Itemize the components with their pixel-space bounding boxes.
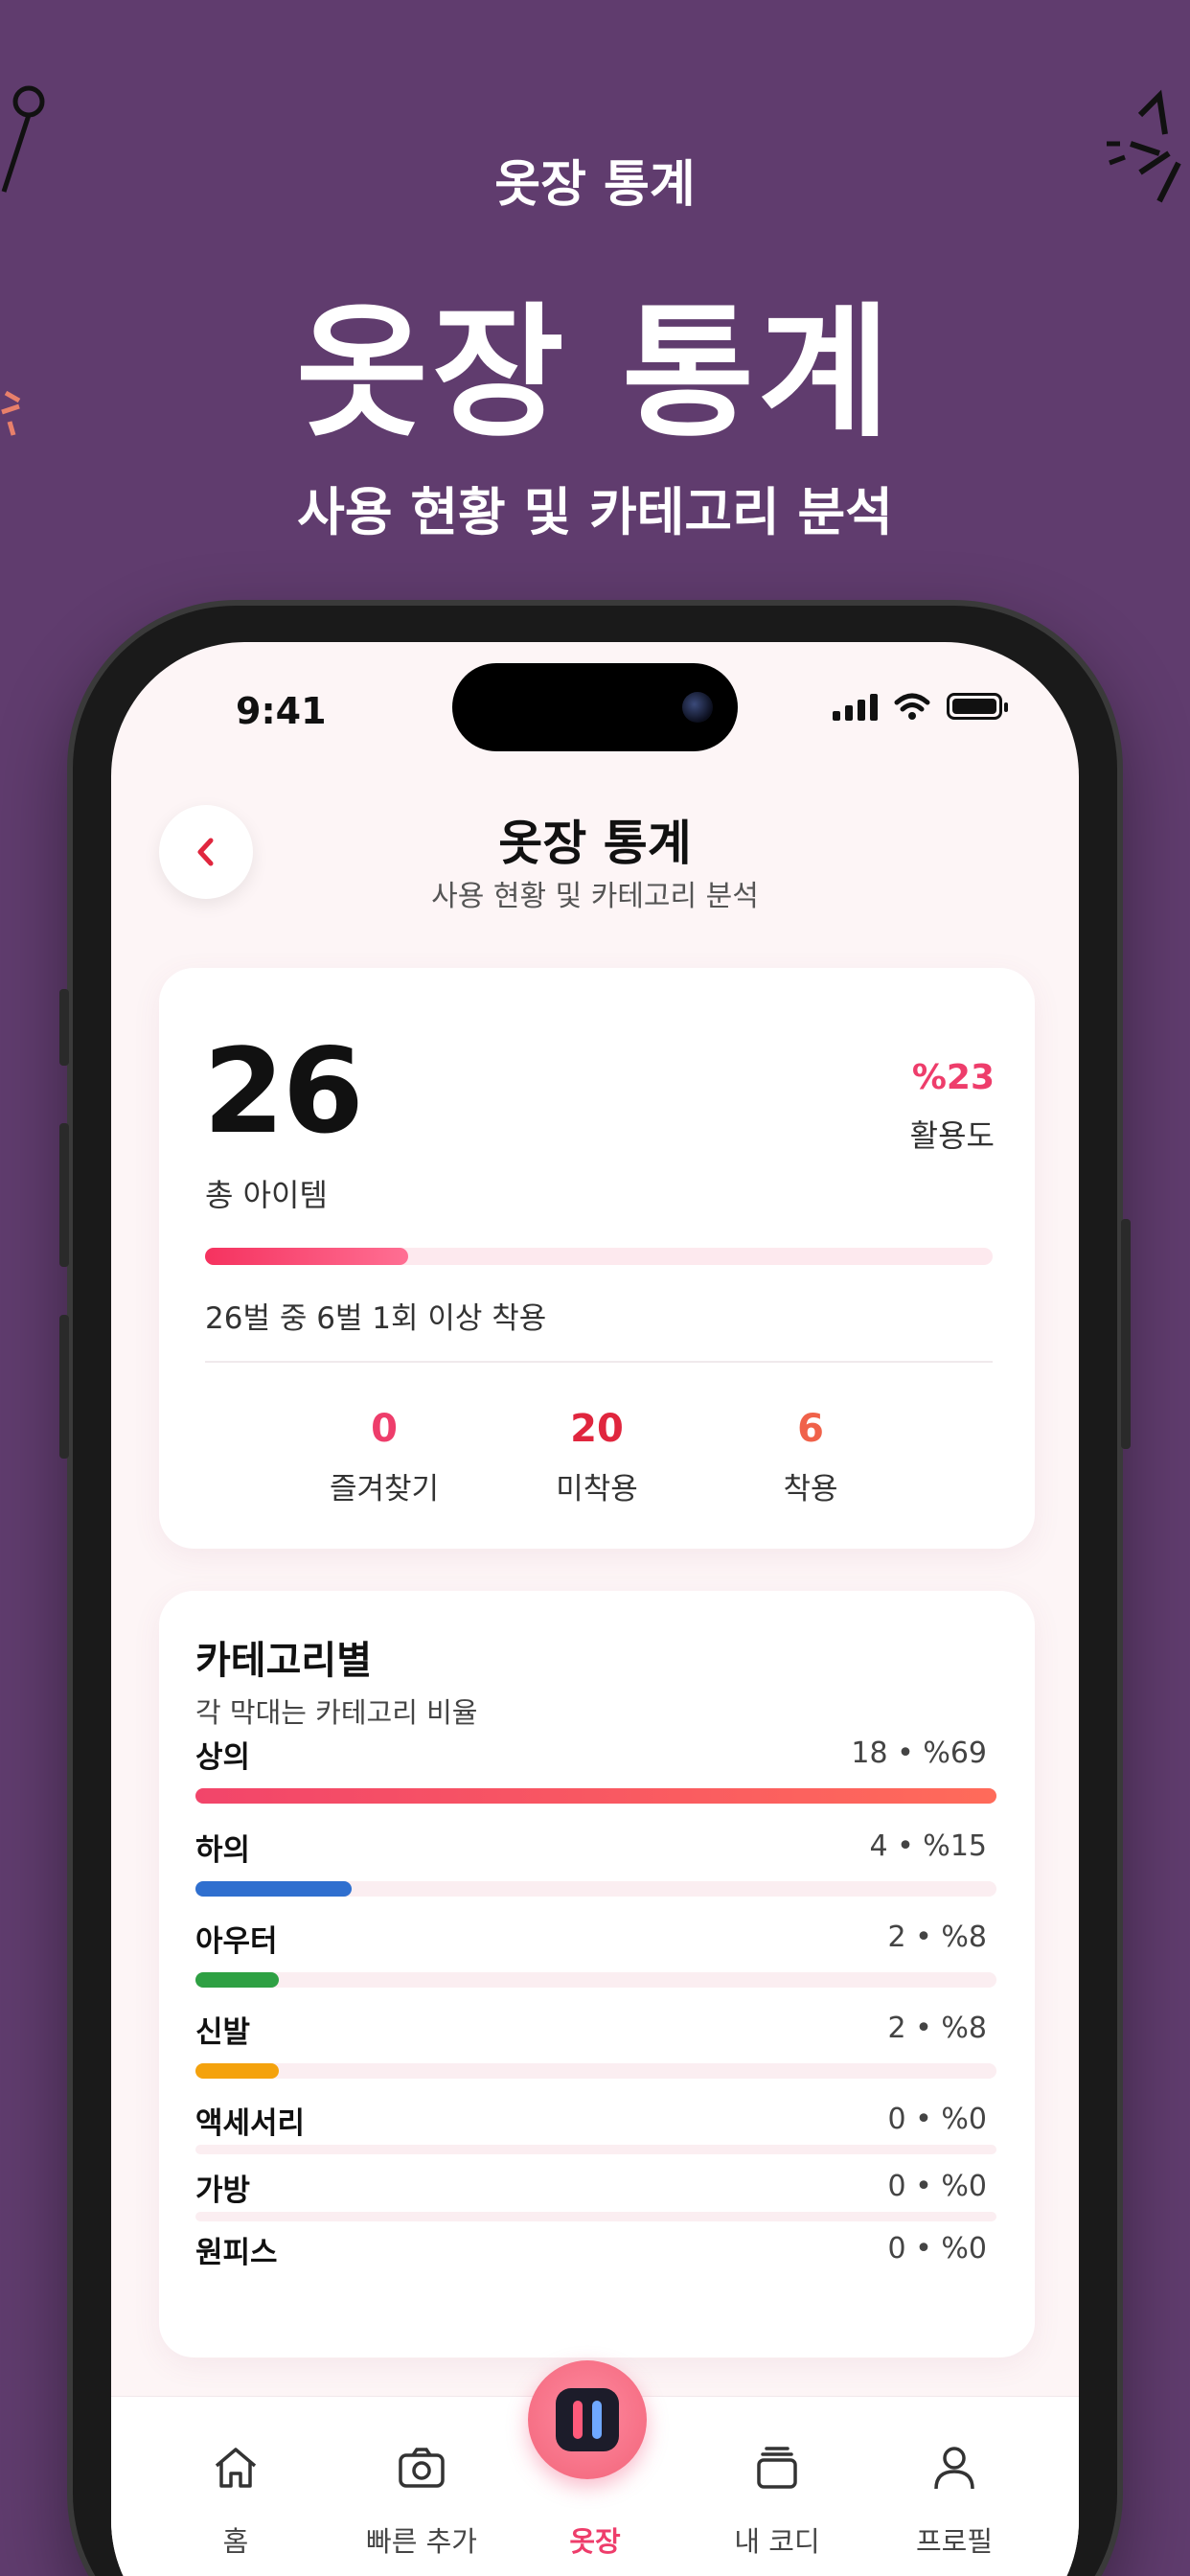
- hero-eyebrow: 옷장 통계: [494, 156, 696, 214]
- stat-value: 20: [570, 1407, 624, 1451]
- category-bar-fill: [195, 2063, 279, 2079]
- category-name: 가방: [195, 2174, 251, 2208]
- category-count: 0 • %0: [887, 2103, 987, 2136]
- stat-label: 착용: [783, 1472, 838, 1506]
- dynamic-island: [452, 663, 738, 751]
- category-count: 2 • %8: [887, 1920, 987, 1954]
- tab-my-outfits[interactable]: 내 코디: [681, 2439, 873, 2560]
- status-time: 9:41: [236, 690, 327, 732]
- person-icon: [934, 2447, 974, 2490]
- tab-label: 프로필: [915, 2525, 994, 2558]
- category-title: 카테고리별: [195, 1639, 372, 1683]
- tab-label: 옷장: [569, 2525, 621, 2558]
- total-items-count: 26: [203, 1024, 364, 1160]
- category-bar-fill: [195, 1788, 996, 1804]
- category-name: 신발: [195, 2015, 251, 2050]
- utilization-bar-fill: [205, 1248, 408, 1265]
- category-card: 카테고리별 각 막대는 카테고리 비율 상의 18 • %69 하의 4 • %15 아…: [159, 1591, 1035, 2358]
- tab-profile[interactable]: 프로필: [858, 2439, 1050, 2560]
- phone-side-button: [59, 1315, 69, 1459]
- page-title: 옷장 통계: [498, 816, 692, 871]
- tab-label: 빠른 추가: [366, 2525, 477, 2558]
- battery-icon: [947, 693, 1008, 720]
- hero-title: 옷장 통계: [295, 290, 895, 457]
- category-bar: [195, 2063, 996, 2079]
- cards-icon: [757, 2447, 797, 2489]
- category-name: 아우터: [195, 1924, 278, 1959]
- category-name: 상의: [195, 1740, 251, 1775]
- category-bar: [195, 1972, 996, 1988]
- tab-label: 홈: [222, 2525, 249, 2558]
- category-bar: [195, 1788, 996, 1804]
- stat-favorites[interactable]: 0 즐겨찾기: [269, 1407, 499, 1507]
- utilization-caption: 26벌 중 6벌 1회 이상 착용: [205, 1301, 547, 1336]
- category-subtitle: 각 막대는 카테고리 비율: [195, 1696, 478, 1729]
- utilization-label: 활용도: [909, 1117, 995, 1154]
- wardrobe-center-button[interactable]: [528, 2360, 647, 2479]
- category-bar: [195, 2212, 996, 2221]
- stat-unworn[interactable]: 20 미착용: [482, 1407, 712, 1507]
- category-bar-fill: [195, 1881, 353, 1897]
- category-count: 0 • %0: [887, 2170, 987, 2203]
- home-icon: [215, 2448, 257, 2488]
- phone-side-button: [1121, 1219, 1131, 1449]
- phone-frame: 9:41 옷장 통계 사용 현황 및 카테고리 분석 26 총 아이템 %23 …: [59, 606, 1131, 2576]
- category-name: 하의: [195, 1833, 251, 1868]
- summary-card: 26 총 아이템 %23 활용도 26벌 중 6벌 1회 이상 착용 0 즐겨찾…: [159, 968, 1035, 1549]
- wardrobe-icon: [556, 2388, 619, 2451]
- app-screen: 9:41 옷장 통계 사용 현황 및 카테고리 분석 26 총 아이템 %23 …: [111, 642, 1079, 2576]
- phone-side-button: [59, 1123, 69, 1267]
- category-name: 액세서리: [195, 2106, 306, 2141]
- stat-value: 6: [797, 1407, 824, 1451]
- category-bar: [195, 1881, 996, 1897]
- tab-quick-add[interactable]: 빠른 추가: [326, 2439, 517, 2560]
- signal-icon: [833, 692, 878, 721]
- category-bar-fill: [195, 1972, 279, 1988]
- stat-label: 미착용: [556, 1472, 638, 1506]
- category-bar: [195, 2145, 996, 2154]
- divider: [205, 1361, 993, 1363]
- page-subtitle: 사용 현황 및 카테고리 분석: [431, 880, 759, 913]
- hero-subtitle: 사용 현황 및 카테고리 분석: [297, 482, 893, 542]
- status-bar: 9:41: [111, 642, 1079, 786]
- camera-icon: [682, 692, 713, 723]
- utilization-percent: %23: [911, 1058, 995, 1097]
- tab-home[interactable]: 홈: [140, 2439, 332, 2560]
- category-count: 4 • %15: [869, 1829, 987, 1863]
- utilization-bar: [205, 1248, 993, 1265]
- category-count: 2 • %8: [887, 2012, 987, 2045]
- wifi-icon: [894, 693, 930, 720]
- category-count: 18 • %69: [851, 1736, 987, 1770]
- tab-label: 내 코디: [734, 2525, 820, 2558]
- phone-side-button: [59, 989, 69, 1066]
- camera-icon: [399, 2448, 445, 2488]
- stat-label: 즐겨찾기: [329, 1472, 440, 1506]
- total-items-label: 총 아이템: [205, 1177, 328, 1213]
- tab-bar: 홈 빠른 추가 옷장 내 코디 프로필: [111, 2360, 1079, 2576]
- stat-worn[interactable]: 6 착용: [696, 1407, 926, 1507]
- category-count: 0 • %0: [887, 2232, 987, 2266]
- stat-value: 0: [371, 1407, 398, 1451]
- category-name: 원피스: [195, 2236, 278, 2270]
